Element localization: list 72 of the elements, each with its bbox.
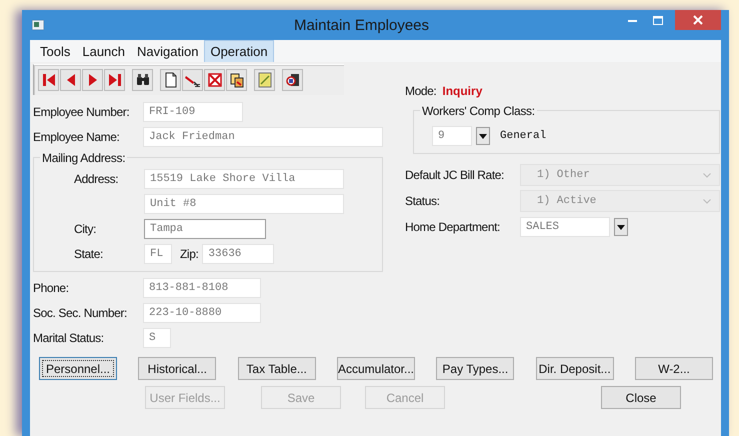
zip-field[interactable]: 33636 <box>202 244 274 264</box>
first-icon <box>40 72 56 88</box>
edit-button[interactable] <box>182 69 203 91</box>
action-button[interactable]: W-2... <box>634 357 713 380</box>
action-button[interactable]: Accumulator... <box>336 357 415 380</box>
ssn-field[interactable]: 223-10-8880 <box>143 303 261 323</box>
field-label: Zip: <box>180 247 198 261</box>
menu-item[interactable]: Launch <box>76 40 132 62</box>
mode-value: Inquiry <box>442 84 482 98</box>
home-department-field[interactable]: SALES <box>520 217 610 237</box>
address-field[interactable]: Unit #8 <box>144 194 344 214</box>
state-field[interactable]: FL <box>144 244 172 264</box>
caret-icon <box>479 134 487 138</box>
field-label: Address: <box>73 172 120 186</box>
last-record-button[interactable] <box>104 69 125 91</box>
action-button[interactable]: Historical... <box>138 357 216 380</box>
previous-record-button[interactable] <box>60 69 81 91</box>
maximize-icon <box>653 16 663 24</box>
first-record-button[interactable] <box>38 69 59 91</box>
notepad-icon <box>256 72 272 88</box>
dropdown-button[interactable] <box>614 218 628 236</box>
city-field[interactable]: Tampa <box>144 219 266 239</box>
field-label: Phone: <box>33 281 70 295</box>
menu-item[interactable]: Tools <box>34 40 76 62</box>
field-label: Marital Status: <box>33 331 105 345</box>
field-label: Employee Number: <box>33 105 130 119</box>
inspect-button[interactable] <box>282 69 303 91</box>
last-icon <box>106 72 122 88</box>
chevron-icon <box>703 172 711 178</box>
class-description: General <box>500 130 546 142</box>
class-code-field[interactable]: 9 <box>432 126 472 146</box>
delete-icon <box>206 72 222 88</box>
find-button[interactable] <box>132 69 153 91</box>
next-record-button[interactable] <box>82 69 103 91</box>
document-icon <box>162 72 178 88</box>
delete-button[interactable] <box>204 69 225 91</box>
phone-field[interactable]: 813-881-8108 <box>143 278 261 298</box>
field-label: Employee Name: <box>33 130 120 144</box>
field-label: State: <box>73 247 104 261</box>
field-label: Soc. Sec. Number: <box>33 306 128 320</box>
action-button[interactable]: Dir. Deposit... <box>536 357 614 380</box>
employee-name-field[interactable]: Jack Friedman <box>143 127 383 147</box>
field-label: Mode: <box>405 84 436 98</box>
copy-button[interactable] <box>226 69 247 91</box>
notes-button[interactable] <box>254 69 275 91</box>
close-icon <box>693 15 703 25</box>
chevron-icon <box>703 198 711 204</box>
group-title: Workers' Comp Class: <box>420 104 537 118</box>
action-button[interactable]: Pay Types... <box>436 357 514 380</box>
field-label: Home Department: <box>405 220 501 234</box>
field-label: Default JC Bill Rate: <box>405 168 505 182</box>
action-button[interactable]: Tax Table... <box>238 357 316 380</box>
minimize-icon <box>628 18 636 22</box>
field-label: Status: <box>405 194 441 208</box>
address-field[interactable]: 15519 Lake Shore Villa <box>144 169 344 189</box>
new-button[interactable] <box>160 69 181 91</box>
group-title: Mailing Address: <box>40 151 128 165</box>
action-button[interactable]: Personnel... <box>39 357 117 380</box>
close-button[interactable] <box>675 10 721 30</box>
binoculars-icon <box>134 72 150 88</box>
dropdown-button[interactable] <box>476 127 490 145</box>
field-label: City: <box>73 222 98 236</box>
employee-number-field[interactable]: FRI-109 <box>143 102 243 122</box>
marital-status-field[interactable]: S <box>143 328 171 348</box>
menu-item[interactable]: Navigation <box>131 40 204 62</box>
inspect-icon <box>284 72 300 88</box>
caret-icon <box>617 224 625 230</box>
copy-icon <box>228 72 244 88</box>
window-title: Maintain Employees <box>292 16 430 34</box>
menu-item[interactable]: Operation <box>204 40 274 62</box>
app-icon <box>32 20 44 30</box>
action-button[interactable]: Close <box>601 386 681 409</box>
